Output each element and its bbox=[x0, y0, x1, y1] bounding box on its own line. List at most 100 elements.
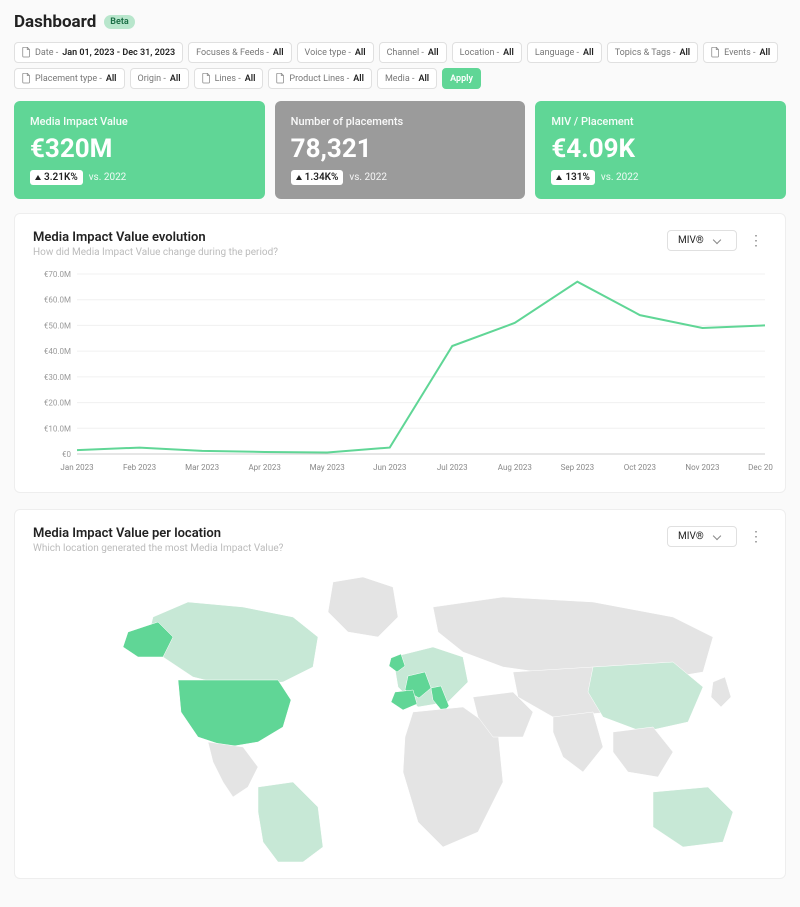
filter-chip-value: All bbox=[245, 74, 256, 84]
map-region[interactable] bbox=[258, 782, 323, 862]
svg-text:Mar 2023: Mar 2023 bbox=[185, 463, 219, 472]
kpi-card[interactable]: Media Impact Value €320M 3.21K% vs. 2022 bbox=[14, 101, 265, 199]
svg-text:€50.0M: €50.0M bbox=[44, 321, 71, 330]
kpi-value: €320M bbox=[30, 134, 249, 164]
filter-chip[interactable]: Location - All bbox=[452, 42, 522, 63]
filter-chip[interactable]: Media - All bbox=[377, 68, 437, 89]
evolution-metric-select[interactable]: MIV® bbox=[667, 230, 737, 251]
kpi-value: 78,321 bbox=[291, 134, 510, 164]
world-map-chart bbox=[33, 562, 767, 862]
filter-chip[interactable]: Language - All bbox=[527, 42, 602, 63]
map-region[interactable] bbox=[391, 690, 417, 710]
arrow-up-icon bbox=[35, 175, 41, 180]
map-region[interactable] bbox=[178, 680, 291, 747]
panel-menu-icon[interactable]: ⋮ bbox=[745, 233, 767, 249]
filter-chip[interactable]: Events - All bbox=[703, 42, 778, 63]
map-region[interactable] bbox=[148, 602, 318, 687]
filter-chip-label: Events - bbox=[724, 48, 755, 58]
kpi-card[interactable]: Number of placements 78,321 1.34K% vs. 2022 bbox=[275, 101, 526, 199]
filter-chip-label: Focuses & Feeds - bbox=[196, 48, 269, 58]
kpi-delta: 1.34K% bbox=[291, 170, 344, 185]
svg-text:€30.0M: €30.0M bbox=[44, 373, 71, 382]
filter-chip[interactable]: Origin - All bbox=[130, 68, 189, 89]
filter-chip-value: All bbox=[428, 48, 439, 58]
apply-label: Apply bbox=[450, 74, 473, 84]
map-region[interactable] bbox=[553, 712, 603, 772]
kpi-row: Media Impact Value€320M3.21K%vs. 2022Num… bbox=[14, 101, 786, 199]
filter-chip-label: Media - bbox=[385, 74, 415, 84]
filter-chip-value: All bbox=[503, 48, 514, 58]
filter-chip[interactable]: Topics & Tags - All bbox=[607, 42, 698, 63]
filter-chip[interactable]: Product Lines - All bbox=[268, 68, 372, 89]
svg-text:€20.0M: €20.0M bbox=[44, 399, 71, 408]
svg-text:Dec 2023: Dec 2023 bbox=[748, 463, 773, 472]
filter-chip-value: All bbox=[273, 48, 284, 58]
svg-text:€60.0M: €60.0M bbox=[44, 296, 71, 305]
filter-chip[interactable]: Channel - All bbox=[379, 42, 447, 63]
filter-chip[interactable]: Placement type - All bbox=[14, 68, 125, 89]
filter-chip[interactable]: Focuses & Feeds - All bbox=[188, 42, 291, 63]
kpi-delta: 3.21K% bbox=[30, 170, 83, 185]
panel-location-title: Media Impact Value per location bbox=[33, 526, 283, 541]
map-region[interactable] bbox=[711, 677, 731, 707]
apply-button[interactable]: Apply bbox=[442, 68, 481, 89]
kpi-compare: vs. 2022 bbox=[349, 172, 387, 183]
map-region[interactable] bbox=[208, 742, 258, 797]
chevron-down-icon bbox=[712, 235, 720, 243]
filter-chip-value: All bbox=[353, 74, 364, 84]
map-region[interactable] bbox=[653, 787, 733, 847]
filter-chip-label: Language - bbox=[535, 48, 579, 58]
filter-chip-label: Product Lines - bbox=[289, 74, 349, 84]
kpi-compare: vs. 2022 bbox=[89, 172, 127, 183]
kpi-value: €4.09K bbox=[551, 134, 770, 164]
panel-evolution-title: Media Impact Value evolution bbox=[33, 230, 278, 245]
file-icon bbox=[22, 73, 31, 84]
svg-text:Oct 2023: Oct 2023 bbox=[624, 463, 656, 472]
filter-chip-value: All bbox=[355, 48, 366, 58]
svg-text:Apr 2023: Apr 2023 bbox=[248, 463, 280, 472]
kpi-card[interactable]: MIV / Placement€4.09K131%vs. 2022 bbox=[535, 101, 786, 199]
map-region[interactable] bbox=[328, 577, 398, 637]
filter-chip-value: All bbox=[106, 74, 117, 84]
panel-menu-icon[interactable]: ⋮ bbox=[745, 529, 767, 545]
select-value: MIV® bbox=[678, 531, 704, 542]
svg-text:€10.0M: €10.0M bbox=[44, 424, 71, 433]
kpi-label: MIV / Placement bbox=[551, 115, 770, 128]
arrow-up-icon bbox=[296, 175, 302, 180]
svg-text:Jun 2023: Jun 2023 bbox=[373, 463, 406, 472]
svg-text:Feb 2023: Feb 2023 bbox=[123, 463, 156, 472]
filter-chip-label: Placement type - bbox=[35, 74, 102, 84]
panel-location: Media Impact Value per location Which lo… bbox=[14, 509, 786, 879]
file-icon bbox=[202, 73, 211, 84]
map-region[interactable] bbox=[613, 727, 673, 777]
filter-chip-label: Voice type - bbox=[305, 48, 351, 58]
filter-chip-label: Channel - bbox=[387, 48, 424, 58]
kpi-label: Number of placements bbox=[291, 115, 510, 128]
filter-chip-label: Location - bbox=[460, 48, 500, 58]
filter-chip[interactable]: Lines - All bbox=[194, 68, 264, 89]
svg-text:Jan 2023: Jan 2023 bbox=[60, 463, 93, 472]
evolution-chart: €0€10.0M€20.0M€30.0M€40.0M€50.0M€60.0M€7… bbox=[33, 266, 767, 476]
filter-chip-value: All bbox=[418, 74, 429, 84]
chevron-down-icon bbox=[712, 531, 720, 539]
kpi-label: Media Impact Value bbox=[30, 115, 249, 128]
map-region[interactable] bbox=[588, 662, 703, 732]
svg-text:Nov 2023: Nov 2023 bbox=[685, 463, 719, 472]
file-icon bbox=[276, 73, 285, 84]
filter-chip-value: Jan 01, 2023 - Dec 31, 2023 bbox=[62, 48, 175, 58]
svg-text:€40.0M: €40.0M bbox=[44, 347, 71, 356]
filter-chip-label: Topics & Tags - bbox=[615, 48, 676, 58]
filter-chip-label: Lines - bbox=[215, 74, 241, 84]
arrow-up-icon bbox=[556, 175, 562, 180]
panel-evolution: Media Impact Value evolution How did Med… bbox=[14, 213, 786, 493]
file-icon bbox=[22, 47, 31, 58]
filter-chip-value: All bbox=[679, 48, 690, 58]
filter-chip[interactable]: Date - Jan 01, 2023 - Dec 31, 2023 bbox=[14, 42, 183, 63]
location-metric-select[interactable]: MIV® bbox=[667, 526, 737, 547]
svg-text:€0: €0 bbox=[62, 450, 71, 459]
filter-chip[interactable]: Voice type - All bbox=[297, 42, 374, 63]
filter-chip-value: All bbox=[170, 74, 181, 84]
page-title: Dashboard bbox=[14, 12, 96, 32]
panel-location-subtitle: Which location generated the most Media … bbox=[33, 543, 283, 554]
svg-text:Sep 2023: Sep 2023 bbox=[561, 463, 594, 472]
